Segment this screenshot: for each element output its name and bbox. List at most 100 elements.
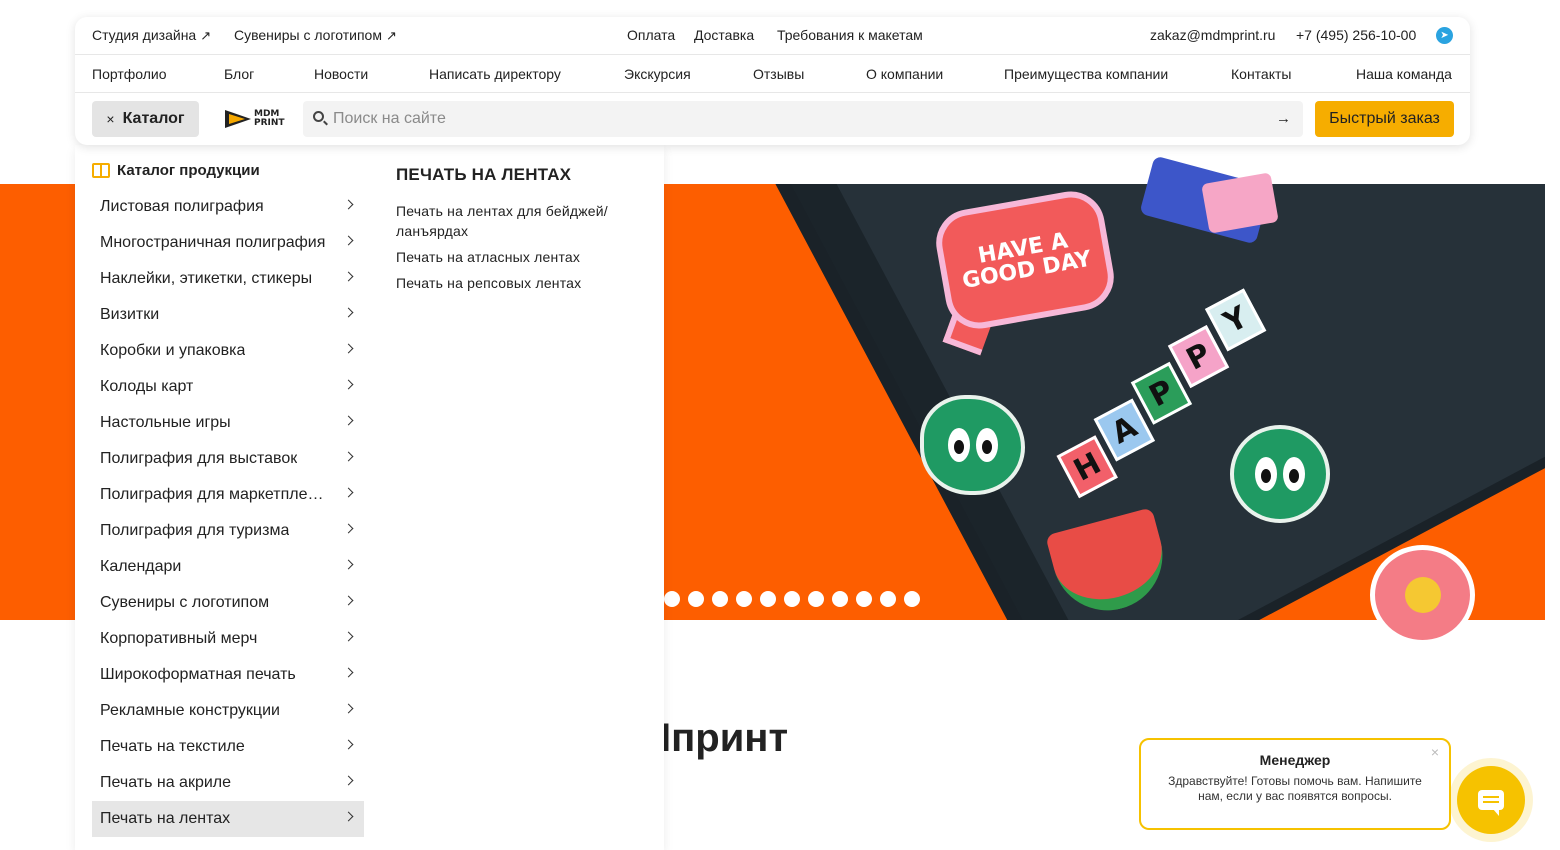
layout-requirements-link[interactable]: Требования к макетам: [777, 27, 923, 43]
catalog-item[interactable]: Широкоформатная печать: [92, 657, 364, 693]
catalog-item-label: Колоды карт: [100, 378, 194, 395]
chevron-right-icon: [343, 307, 354, 318]
slider-dot[interactable]: [832, 591, 848, 607]
submenu-item[interactable]: Печать на репсовых лентах: [396, 273, 636, 293]
nav-contacts[interactable]: Контакты: [1231, 66, 1291, 82]
close-icon: ×: [106, 111, 115, 127]
catalog-item-label: Печать на лентах: [100, 810, 231, 827]
chat-bubble-icon: [1478, 790, 1504, 816]
catalog-item-label: Печать на текстиле: [100, 738, 245, 755]
chat-popup: × Менеджер Здравствуйте! Готовы помочь в…: [1139, 738, 1451, 830]
chevron-right-icon: [343, 775, 354, 786]
nav-reviews[interactable]: Отзывы: [753, 66, 804, 82]
slider-dot[interactable]: [688, 591, 704, 607]
chevron-right-icon: [343, 595, 354, 606]
chevron-right-icon: [343, 235, 354, 246]
search-input[interactable]: [333, 101, 1233, 137]
slider-dot[interactable]: [736, 591, 752, 607]
payment-link[interactable]: Оплата: [627, 27, 675, 43]
chevron-right-icon: [343, 379, 354, 390]
paper-plane-icon: [225, 110, 251, 128]
catalog-button[interactable]: × Каталог: [92, 101, 199, 137]
catalog-item-label: Широкоформатная печать: [100, 666, 296, 683]
chat-button[interactable]: [1457, 766, 1525, 834]
catalog-item[interactable]: Календари: [92, 549, 364, 585]
chat-close-icon[interactable]: ×: [1431, 744, 1439, 760]
logo[interactable]: MDM PRINT: [225, 106, 287, 132]
catalog-item[interactable]: Настольные игры: [92, 405, 364, 441]
chat-message: Здравствуйте! Готовы помочь вам. Напишит…: [1168, 774, 1422, 803]
nav-write-director[interactable]: Написать директору: [429, 66, 561, 82]
chevron-right-icon: [343, 667, 354, 678]
catalog-item[interactable]: Колоды карт: [92, 369, 364, 405]
submenu-title: ПЕЧАТЬ НА ЛЕНТАХ: [396, 165, 572, 184]
slider-dot[interactable]: [784, 591, 800, 607]
nav-excursion[interactable]: Экскурсия: [624, 66, 691, 82]
quick-order-button[interactable]: Быстрый заказ: [1315, 101, 1454, 137]
catalog-item[interactable]: Печать на акриле: [92, 765, 364, 801]
catalog-item[interactable]: Корпоративный мерч: [92, 621, 364, 657]
catalog-item-label: Коробки и упаковка: [100, 342, 246, 359]
catalog-item-label: Печать на акриле: [100, 774, 232, 791]
souvenirs-link[interactable]: Сувениры с логотипом ↗: [234, 27, 397, 44]
catalog-item[interactable]: Печать на текстиле: [92, 729, 364, 765]
search-submit-arrow-icon[interactable]: →: [1276, 110, 1291, 127]
chevron-right-icon: [343, 199, 354, 210]
telegram-icon[interactable]: ➤: [1436, 27, 1453, 44]
catalog-item-label: Настольные игры: [100, 414, 231, 431]
nav-news[interactable]: Новости: [314, 66, 368, 82]
eye-icon: [1255, 457, 1277, 491]
nav-advantages[interactable]: Преимущества компании: [1004, 66, 1168, 82]
catalog-title-text: Каталог продукции: [117, 162, 260, 179]
external-arrow-icon: ↗: [385, 28, 397, 43]
catalog-item[interactable]: Рекламные конструкции: [92, 693, 364, 729]
chat-title: Менеджер: [1259, 752, 1331, 768]
catalog-button-label: Каталог: [122, 110, 185, 127]
slider-dot[interactable]: [856, 591, 872, 607]
chevron-right-icon: [343, 343, 354, 354]
catalog-item-label: Корпоративный мерч: [100, 630, 258, 647]
nav-blog[interactable]: Блог: [224, 66, 254, 82]
slider-dot[interactable]: [760, 591, 776, 607]
catalog-item-label: Сувениры с логотипом: [100, 594, 270, 611]
catalog-item[interactable]: Визитки: [92, 297, 364, 333]
slider-dot[interactable]: [904, 591, 920, 607]
catalog-item[interactable]: Сувениры с логотипом: [92, 585, 364, 621]
eyes-sticker-right: [1230, 425, 1330, 523]
catalog-item[interactable]: Листовая полиграфия: [92, 189, 364, 225]
slider-dot[interactable]: [880, 591, 896, 607]
slider-dot[interactable]: [712, 591, 728, 607]
catalog-item[interactable]: Печать на лентах: [92, 801, 364, 837]
main-nav: Портфолио Блог Новости Написать директор…: [75, 55, 1470, 93]
catalog-item[interactable]: Полиграфия для маркетплейсов: [92, 477, 364, 513]
search-icon: [313, 111, 324, 122]
external-arrow-icon: ↗: [200, 28, 212, 43]
catalog-item[interactable]: Многостраничная полиграфия: [92, 225, 364, 261]
chevron-right-icon: [343, 487, 354, 498]
catalog-item-label: Полиграфия для маркетплейсов: [100, 486, 332, 503]
nav-about[interactable]: О компании: [866, 66, 943, 82]
chevron-right-icon: [343, 271, 354, 282]
catalog-title: Каталог продукции: [92, 162, 260, 179]
catalog-item[interactable]: Полиграфия для выставок: [92, 441, 364, 477]
nav-portfolio[interactable]: Портфолио: [92, 66, 167, 82]
chevron-right-icon: [343, 739, 354, 750]
delivery-link[interactable]: Доставка: [694, 27, 754, 43]
submenu-item[interactable]: Печать на лентах для бейджей/ ланъярдах: [396, 201, 636, 241]
logo-text: MDM PRINT: [254, 110, 285, 128]
email-link[interactable]: zakaz@mdmprint.ru: [1150, 27, 1275, 43]
submenu-item[interactable]: Печать на атласных лентах: [396, 247, 636, 267]
phone-link[interactable]: +7 (495) 256-10-00: [1296, 27, 1416, 43]
catalog-item[interactable]: Полиграфия для туризма: [92, 513, 364, 549]
chevron-right-icon: [343, 451, 354, 462]
design-studio-link[interactable]: Студия дизайна ↗: [92, 27, 211, 44]
page-title: Іпринт: [660, 716, 789, 760]
eye-icon: [975, 428, 998, 462]
site-header: Студия дизайна ↗ Сувениры с логотипом ↗ Оп…: [75, 17, 1470, 145]
slider-dot[interactable]: [664, 591, 680, 607]
catalog-item[interactable]: Наклейки, этикетки, стикеры: [92, 261, 364, 297]
page: HAVE A GOOD DAY H A P P Y Іпринт Студия …: [0, 0, 1560, 850]
slider-dot[interactable]: [808, 591, 824, 607]
nav-team[interactable]: Наша команда: [1356, 66, 1452, 82]
catalog-item[interactable]: Коробки и упаковка: [92, 333, 364, 369]
